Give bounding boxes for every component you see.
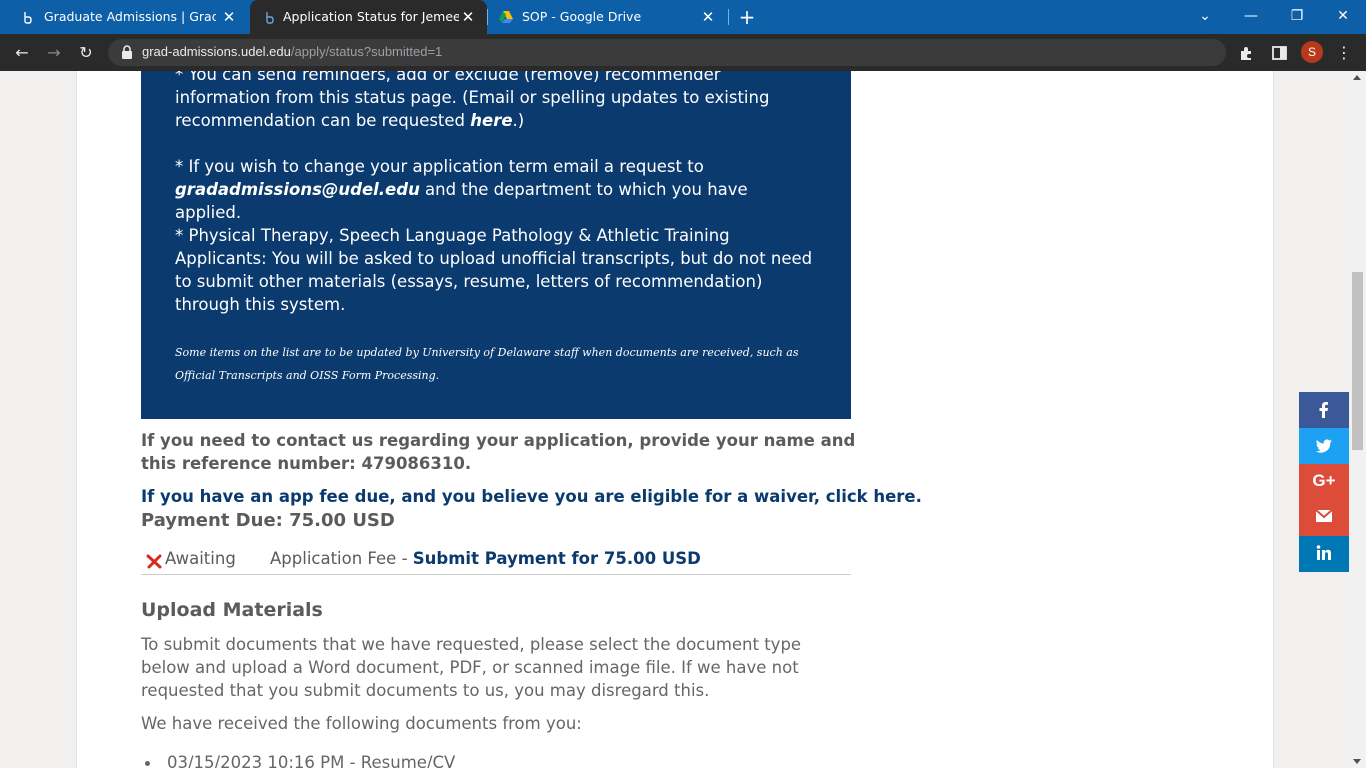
new-tab-button[interactable]: + xyxy=(736,6,758,28)
udel-icon xyxy=(24,12,32,24)
page-viewport: * You can send reminders, add or exclude… xyxy=(0,71,1366,768)
url-text: grad-admissions.udel.edu/apply/status?su… xyxy=(142,44,442,59)
google-drive-icon xyxy=(499,11,513,23)
email-share-button[interactable] xyxy=(1299,500,1349,536)
fee-label: Application Fee - xyxy=(270,549,413,568)
twitter-share-button[interactable] xyxy=(1299,428,1349,464)
extensions-puzzle-icon[interactable] xyxy=(1236,42,1258,64)
udel-icon xyxy=(266,12,274,24)
fee-label-group: Application Fee - Submit Payment for 75.… xyxy=(270,549,701,568)
reminders-note: * You can send reminders, add or exclude… xyxy=(175,71,815,132)
list-item: 03/15/2023 10:16 PM - Resume/CV xyxy=(145,751,456,768)
reminders-tail: .) xyxy=(512,111,525,130)
side-panel-icon[interactable] xyxy=(1268,42,1290,64)
application-info-box: * You can send reminders, add or exclude… xyxy=(141,71,851,419)
tab-graduate-admissions[interactable]: Graduate Admissions | Graduate ✕ xyxy=(0,0,248,34)
forward-arrow-icon[interactable]: → xyxy=(43,42,65,64)
pt-applicants-note: * Physical Therapy, Speech Language Path… xyxy=(175,226,813,314)
term-change-note: * If you wish to change your application… xyxy=(175,155,815,224)
bullet xyxy=(145,761,150,766)
linkedin-icon xyxy=(1316,545,1331,560)
linkedin-share-button[interactable] xyxy=(1299,536,1349,572)
twitter-bird-icon xyxy=(1316,439,1332,453)
tab-sop-google-drive[interactable]: SOP - Google Drive ✕ xyxy=(487,0,727,34)
googleplus-icon: G+ xyxy=(1312,471,1336,490)
tab-title: Application Status for Jemeel Sac xyxy=(283,9,459,24)
fee-status: Awaiting xyxy=(165,549,236,568)
scroll-up-arrow-icon[interactable] xyxy=(1353,75,1361,80)
close-icon[interactable]: ✕ xyxy=(699,8,717,26)
url-path: /apply/status?submitted=1 xyxy=(290,44,443,59)
profile-avatar[interactable]: S xyxy=(1301,41,1323,63)
fee-waiver-link[interactable]: If you have an app fee due, and you beli… xyxy=(141,485,922,508)
tab-search-icon[interactable]: ⌄ xyxy=(1182,0,1228,34)
staff-update-note: Some items on the list are to be updated… xyxy=(175,346,799,382)
received-documents-intro: We have received the following documents… xyxy=(141,714,582,733)
address-bar[interactable]: grad-admissions.udel.edu/apply/status?su… xyxy=(108,39,1226,66)
close-icon[interactable]: ✕ xyxy=(220,8,238,26)
restore-button[interactable]: ❐ xyxy=(1274,0,1320,34)
page-content: * You can send reminders, add or exclude… xyxy=(76,71,1274,768)
kebab-menu-icon[interactable]: ⋮ xyxy=(1333,42,1355,64)
tab-title: SOP - Google Drive xyxy=(522,9,642,24)
scrollbar-thumb[interactable] xyxy=(1352,272,1363,450)
minimize-button[interactable]: — xyxy=(1228,0,1274,34)
contact-reference-text: If you need to contact us regarding your… xyxy=(141,431,856,473)
facebook-share-button[interactable] xyxy=(1299,392,1349,428)
document-entry: 03/15/2023 10:16 PM - Resume/CV xyxy=(167,753,456,768)
vertical-scrollbar[interactable] xyxy=(1349,71,1366,768)
upload-materials-heading: Upload Materials xyxy=(141,599,323,621)
scroll-down-arrow-icon[interactable] xyxy=(1353,759,1361,764)
tab-strip: Graduate Admissions | Graduate ✕ Applica… xyxy=(0,0,1366,34)
lock-icon xyxy=(122,45,132,59)
reload-icon[interactable]: ↻ xyxy=(75,42,97,64)
tab-separator xyxy=(728,9,729,25)
upload-instructions: To submit documents that we have request… xyxy=(141,635,802,700)
tab-title: Graduate Admissions | Graduate xyxy=(44,9,216,24)
submit-payment-link[interactable]: Submit Payment for 75.00 USD xyxy=(413,549,701,568)
back-arrow-icon[interactable]: ← xyxy=(11,42,33,64)
googleplus-share-button[interactable]: G+ xyxy=(1299,464,1349,500)
url-host: grad-admissions.udel.edu xyxy=(142,44,291,59)
term-text: * If you wish to change your application… xyxy=(175,157,704,176)
recommendation-update-link[interactable]: here xyxy=(470,111,512,130)
envelope-icon xyxy=(1315,509,1333,522)
admissions-email-link[interactable]: gradadmissions@udel.edu xyxy=(175,180,420,199)
payment-due: Payment Due: 75.00 USD xyxy=(141,510,395,531)
close-window-button[interactable]: ✕ xyxy=(1320,0,1366,34)
tab-application-status[interactable]: Application Status for Jemeel Sac ✕ xyxy=(250,0,487,34)
red-x-icon xyxy=(146,554,162,569)
application-fee-row: Awaiting Application Fee - Submit Paymen… xyxy=(141,547,851,575)
facebook-icon xyxy=(1319,402,1328,418)
close-icon[interactable]: ✕ xyxy=(459,8,477,26)
